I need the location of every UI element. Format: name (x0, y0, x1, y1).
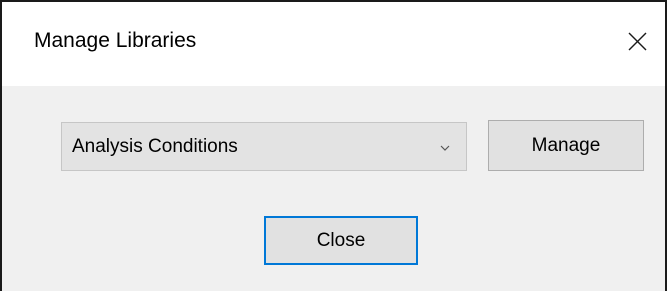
close-window-button[interactable] (615, 20, 659, 64)
manage-libraries-dialog: Manage Libraries Analysis Conditions Man… (0, 0, 667, 291)
close-icon (628, 32, 647, 51)
chevron-down-icon (438, 141, 452, 155)
manage-button[interactable]: Manage (488, 120, 644, 171)
close-button[interactable]: Close (264, 216, 418, 265)
dialog-body: Analysis Conditions Manage Close (2, 86, 665, 291)
library-select[interactable]: Analysis Conditions (61, 122, 467, 171)
title-bar: Manage Libraries (2, 2, 665, 86)
dialog-title: Manage Libraries (34, 29, 197, 52)
library-select-value: Analysis Conditions (72, 136, 238, 157)
